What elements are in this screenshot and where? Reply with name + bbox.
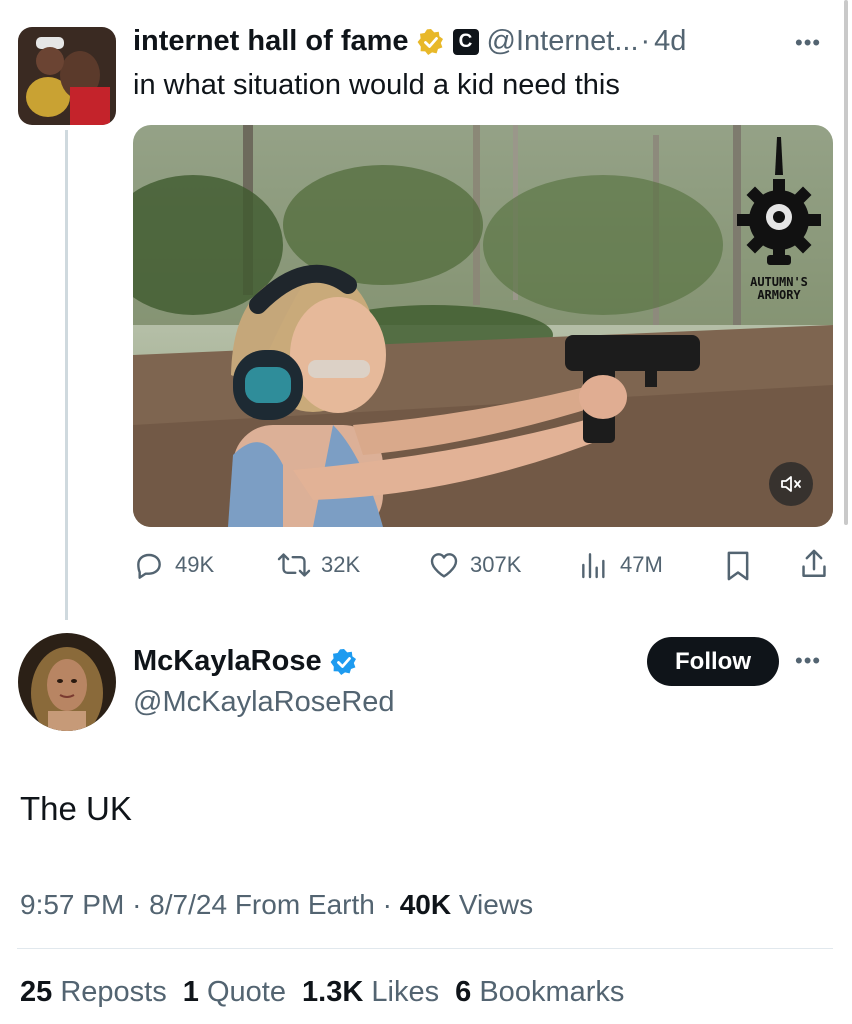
bookmarks-label: Bookmarks: [479, 976, 625, 1008]
views-action[interactable]: 47M: [578, 549, 663, 581]
original-tweet-text: in what situation would a kid need this: [133, 69, 620, 101]
reply-time[interactable]: 9:57 PM: [20, 889, 124, 920]
reply-text: The UK: [20, 790, 132, 827]
engagement-counts: 25 Reposts 1 Quote 1.3K Likes 6 Bookmark…: [20, 976, 624, 1009]
scrollbar[interactable]: [844, 0, 848, 525]
quotes-label: Quote: [206, 976, 286, 1008]
share-button[interactable]: [798, 547, 830, 586]
original-author-avatar[interactable]: [18, 27, 116, 125]
bookmarks-count: 6: [455, 976, 472, 1008]
reply-count: 49K: [175, 552, 215, 577]
share-icon: [802, 549, 826, 578]
reposts-count: 25: [20, 976, 53, 1008]
verified-blue-icon: [330, 648, 358, 676]
bookmarks-link[interactable]: 6 Bookmarks: [455, 976, 624, 1008]
reply-date[interactable]: 8/7/24: [149, 889, 227, 920]
original-age[interactable]: 4d: [654, 25, 686, 58]
reply-source: From Earth: [234, 889, 375, 920]
header-separator: ·: [640, 25, 651, 57]
heart-icon: [430, 553, 458, 578]
reply-views-count: 40K: [399, 889, 452, 920]
reply-views-label: Views: [458, 889, 534, 920]
watermark-logo: AUTUMN'S ARMORY: [729, 135, 829, 302]
original-display-name[interactable]: internet hall of fame: [133, 25, 409, 58]
more-options-icon[interactable]: •••: [795, 30, 821, 56]
meta-dot: ·: [132, 889, 142, 920]
verified-gold-icon: [417, 28, 445, 56]
reposts-link[interactable]: 25 Reposts: [20, 976, 175, 1008]
views-count: 47M: [620, 552, 663, 577]
more-options-icon[interactable]: •••: [795, 648, 821, 674]
repost-action[interactable]: 32K: [277, 549, 360, 581]
reposts-label: Reposts: [60, 976, 167, 1008]
thread-line: [65, 130, 68, 620]
reply-display-name[interactable]: McKaylaRose: [133, 645, 322, 678]
divider: [17, 948, 833, 949]
avatar-image: [18, 633, 116, 731]
likes-count: 1.3K: [302, 976, 364, 1008]
likes-label: Likes: [371, 976, 440, 1008]
original-tweet-header: internet hall of fame C @Internet... · 4…: [133, 25, 686, 58]
reply-action[interactable]: 49K: [133, 549, 214, 581]
original-handle[interactable]: @Internet...: [487, 25, 639, 58]
like-action[interactable]: 307K: [428, 549, 521, 581]
gear-skull-icon: [737, 137, 821, 265]
quotes-link[interactable]: 1 Quote: [183, 976, 294, 1008]
reply-handle[interactable]: @McKaylaRoseRed: [133, 686, 395, 719]
video-frame: [133, 125, 833, 527]
follow-button[interactable]: Follow: [647, 637, 779, 686]
reply-author-avatar[interactable]: [18, 633, 116, 731]
repost-count: 32K: [321, 552, 361, 577]
avatar-image: [18, 27, 116, 125]
speaker-muted-icon: [781, 476, 801, 492]
like-count: 307K: [470, 552, 522, 577]
watermark-text: AUTUMN'S ARMORY: [750, 275, 808, 302]
repost-icon: [277, 553, 311, 577]
mute-button[interactable]: [769, 462, 813, 506]
views-chart-icon: [582, 553, 605, 579]
reply-icon: [137, 553, 161, 579]
affiliate-badge-icon: C: [452, 28, 479, 55]
quotes-count: 1: [182, 976, 199, 1008]
reply-author-name-row: McKaylaRose: [133, 645, 358, 678]
tweet-video[interactable]: AUTUMN'S ARMORY: [133, 125, 833, 527]
bookmark-icon: [727, 551, 749, 581]
likes-link[interactable]: 1.3K Likes: [302, 976, 447, 1008]
reply-meta: 9:57 PM · 8/7/24 From Earth · 40K Views: [20, 889, 533, 921]
bookmark-button[interactable]: [722, 549, 754, 588]
meta-dot: ·: [382, 889, 392, 920]
